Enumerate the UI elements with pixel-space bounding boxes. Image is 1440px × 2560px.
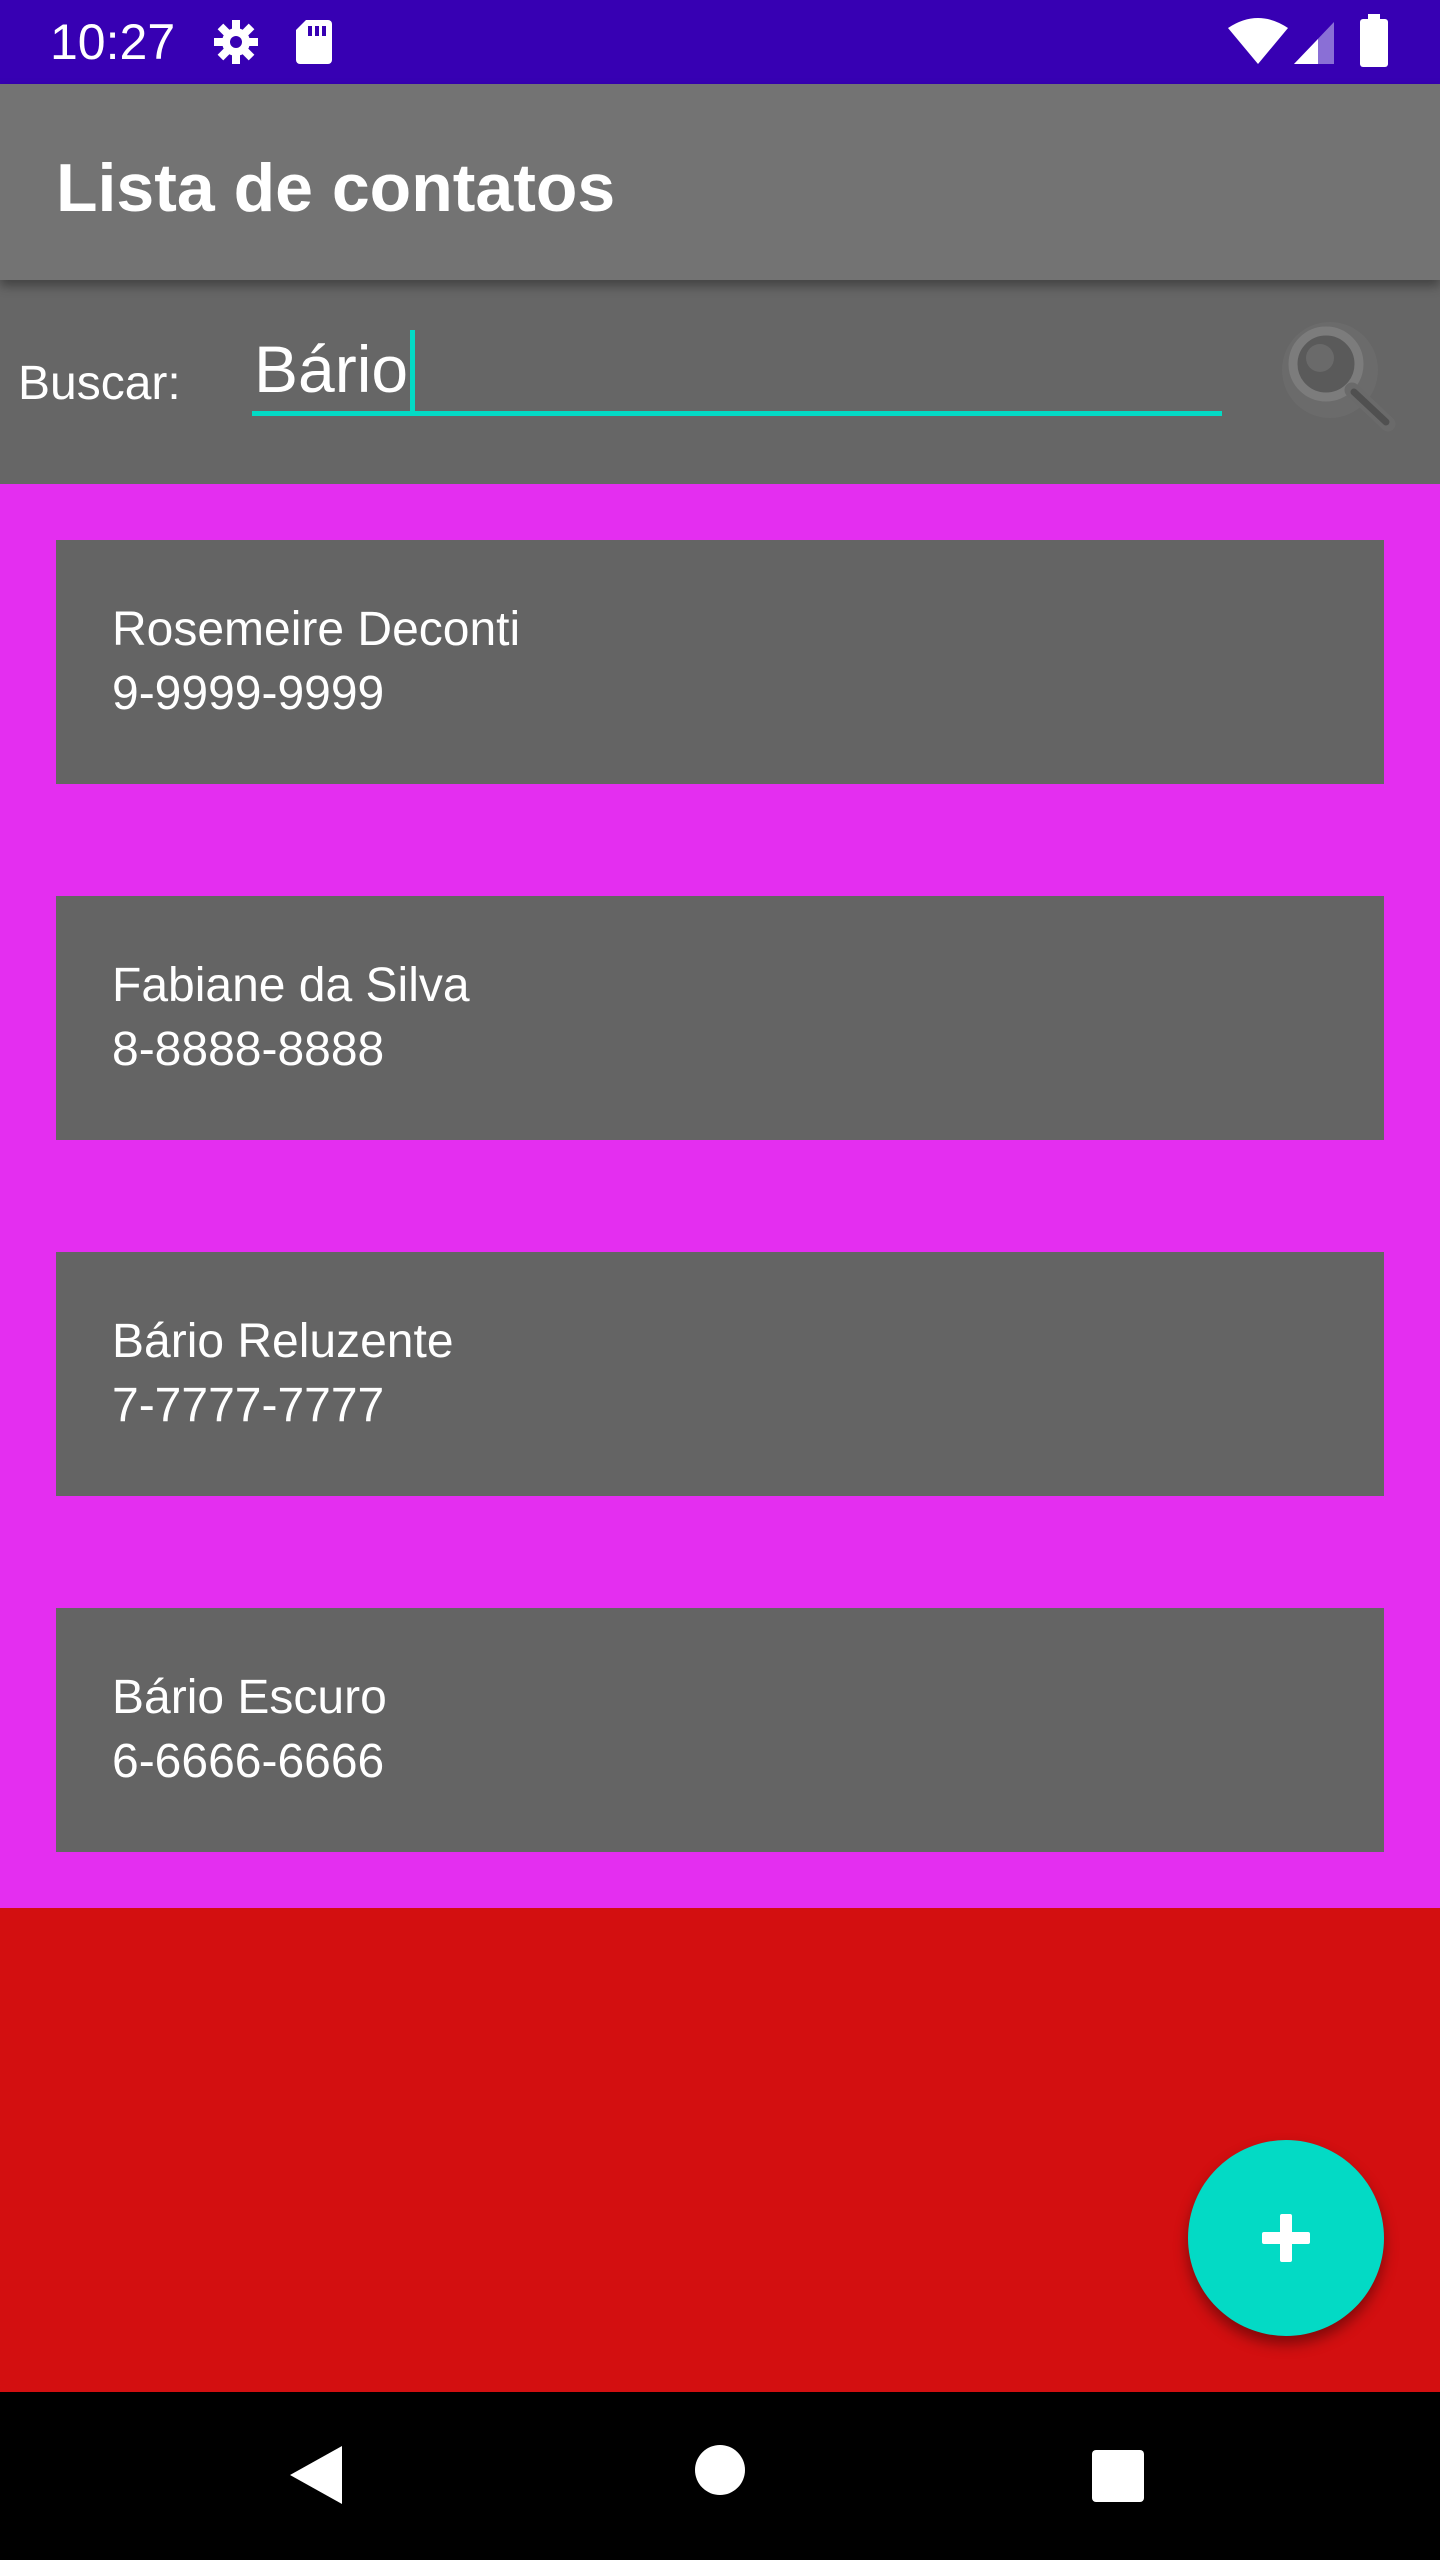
search-button[interactable]	[1268, 314, 1408, 444]
navigation-bar	[0, 2392, 1440, 2560]
sd-card-icon	[296, 20, 332, 64]
text-cursor	[410, 330, 416, 412]
contact-card[interactable]: Bário Escuro 6-6666-6666	[56, 1608, 1384, 1852]
contact-name: Bário Reluzente	[112, 1315, 454, 1368]
contact-phone: 6-6666-6666	[112, 1735, 385, 1788]
wifi-icon	[1228, 18, 1288, 64]
search-icon	[1282, 322, 1396, 432]
back-icon[interactable]	[286, 2442, 346, 2508]
gear-icon	[214, 20, 258, 64]
search-bar: Buscar: Bário	[0, 280, 1440, 484]
contact-phone: 7-7777-7777	[112, 1379, 385, 1432]
contact-name: Rosemeire Deconti	[112, 603, 521, 656]
contact-list: Rosemeire Deconti 9-9999-9999 Fabiane da…	[0, 484, 1440, 1908]
contact-card[interactable]: Rosemeire Deconti 9-9999-9999	[56, 540, 1384, 784]
battery-icon	[1360, 14, 1388, 67]
search-input-value: Bário	[254, 330, 416, 412]
signal-icon	[1294, 22, 1334, 64]
contact-name: Bário Escuro	[112, 1671, 387, 1724]
plus-icon	[1262, 2214, 1310, 2262]
contact-name: Fabiane da Silva	[112, 959, 470, 1012]
search-input[interactable]: Bário	[252, 324, 1222, 416]
contact-card[interactable]: Fabiane da Silva 8-8888-8888	[56, 896, 1384, 1140]
add-contact-button[interactable]	[1188, 2140, 1384, 2336]
status-time: 10:27	[50, 14, 176, 70]
contact-phone: 8-8888-8888	[112, 1023, 385, 1076]
page-title: Lista de contatos	[56, 150, 616, 226]
app-bar: Lista de contatos	[0, 84, 1440, 280]
contact-phone: 9-9999-9999	[112, 667, 385, 720]
contact-card[interactable]: Bário Reluzente 7-7777-7777	[56, 1252, 1384, 1496]
status-bar: 10:27	[0, 0, 1440, 84]
search-label: Buscar:	[18, 357, 181, 410]
home-icon[interactable]	[694, 2444, 746, 2496]
recents-icon[interactable]	[1090, 2448, 1146, 2504]
